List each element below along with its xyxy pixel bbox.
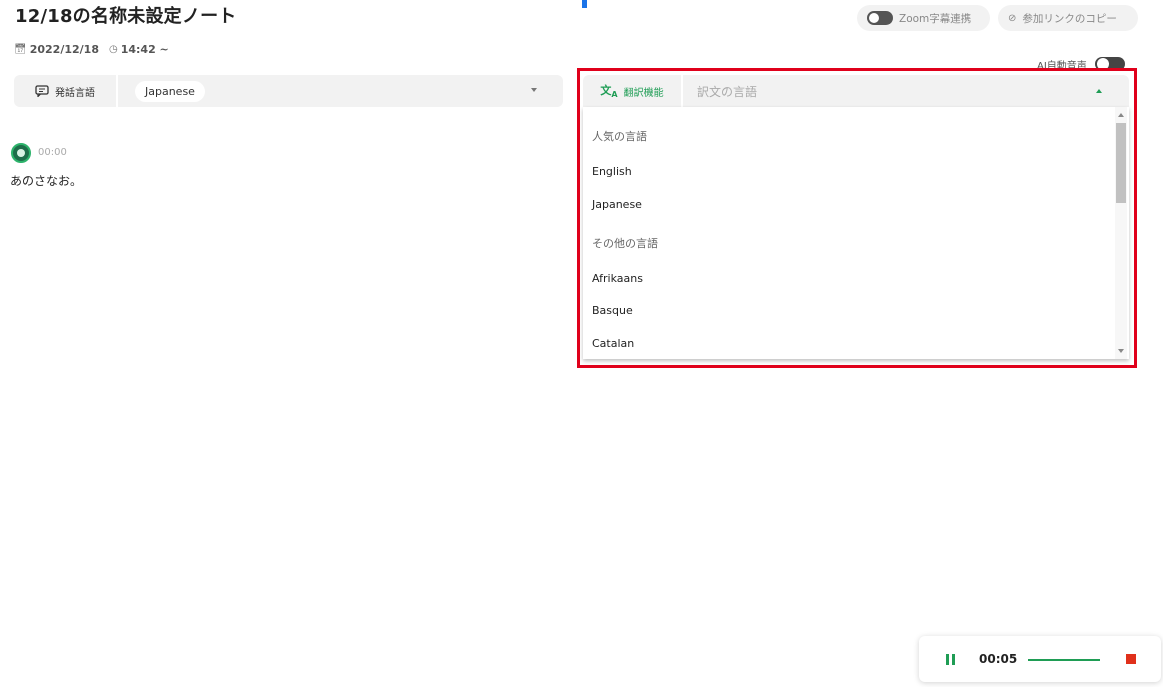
note-time: 14:42 ~ xyxy=(120,43,169,56)
recording-player: 00:05 xyxy=(919,636,1161,682)
note-date: 2022/12/18 xyxy=(29,43,99,56)
audio-level-bar xyxy=(1028,659,1100,661)
player-elapsed-time: 00:05 xyxy=(979,652,1018,666)
scroll-indicator xyxy=(582,0,587,8)
zoom-caption-label: Zoom字幕連携 xyxy=(899,12,972,25)
scroll-up-icon[interactable] xyxy=(1118,113,1124,117)
copy-link-button[interactable]: ⊘ 参加リンクのコピー xyxy=(998,5,1138,31)
transcript-timestamp: 00:00 xyxy=(38,147,67,158)
dropdown-group-other: その他の言語 xyxy=(592,237,658,250)
dropdown-option-afrikaans[interactable]: Afrikaans xyxy=(592,272,643,285)
dropdown-group-popular: 人気の言語 xyxy=(592,130,647,143)
chevron-down-icon[interactable] xyxy=(531,88,537,92)
transcript-text: あのさなお。 xyxy=(10,174,83,188)
stop-icon[interactable] xyxy=(1126,654,1136,664)
page-title: 12/18の名称未設定ノート xyxy=(15,6,237,27)
speech-language-value: Japanese xyxy=(135,80,205,102)
pause-icon[interactable] xyxy=(946,654,955,665)
translate-icon: 文A xyxy=(600,84,618,100)
ai-auto-voice-label: AI自動音声 xyxy=(1037,61,1087,68)
translation-label: 翻訳機能 xyxy=(623,87,664,99)
toggle-switch-icon[interactable] xyxy=(867,11,893,25)
zoom-caption-toggle[interactable]: Zoom字幕連携 xyxy=(857,5,990,31)
calendar-icon: 📅︎ xyxy=(14,44,27,55)
dropdown-scrollbar[interactable] xyxy=(1115,107,1127,359)
note-meta: 📅︎ 2022/12/18 ◷ 14:42 ~ xyxy=(14,43,169,56)
speech-language-label-box: 発話言語 xyxy=(14,75,118,107)
scroll-down-icon[interactable] xyxy=(1118,349,1124,353)
translation-language-dropdown: 人気の言語 English Japanese その他の言語 Afrikaans … xyxy=(583,107,1129,359)
link-icon: ⊘ xyxy=(1008,12,1017,24)
speaker-avatar xyxy=(11,143,31,163)
copy-link-label: 参加リンクのコピー xyxy=(1022,12,1117,25)
clock-icon: ◷ xyxy=(108,44,118,55)
translation-placeholder[interactable]: 訳文の言語 xyxy=(697,83,757,100)
scroll-thumb[interactable] xyxy=(1116,123,1126,203)
translation-label-box: 文A 翻訳機能 xyxy=(583,75,683,107)
speech-language-label: 発話言語 xyxy=(55,87,95,99)
speech-bubble-icon xyxy=(35,85,49,97)
dropdown-option-japanese[interactable]: Japanese xyxy=(592,198,642,211)
translation-language-select[interactable]: 文A 翻訳機能 訳文の言語 xyxy=(583,75,1129,107)
dropdown-option-catalan[interactable]: Catalan xyxy=(592,337,634,350)
dropdown-option-english[interactable]: English xyxy=(592,165,632,178)
speech-language-select[interactable]: 発話言語 Japanese xyxy=(14,75,563,107)
dropdown-option-basque[interactable]: Basque xyxy=(592,304,633,317)
chevron-up-icon[interactable] xyxy=(1096,89,1102,93)
